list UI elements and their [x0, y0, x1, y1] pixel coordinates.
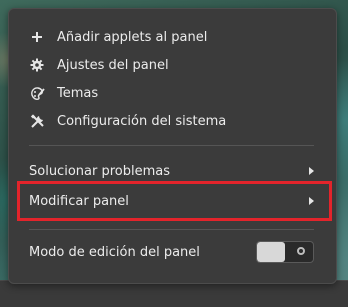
palette-brush-icon: [29, 85, 45, 101]
menu-item-panel-edit-mode[interactable]: Modo de edición del panel: [9, 238, 336, 266]
menu-item-label: Configuración del sistema: [57, 113, 227, 129]
menu-item-label: Ajustes del panel: [57, 57, 169, 73]
menu-item-themes[interactable]: Temas: [9, 79, 336, 107]
menu-item-label: Modo de edición del panel: [29, 244, 200, 260]
toggle-knob: [257, 242, 285, 262]
panel-context-menu: Añadir applets al panel Ajustes del pane…: [8, 8, 337, 284]
menu-item-system-settings[interactable]: Configuración del sistema: [9, 107, 336, 135]
edit-mode-toggle[interactable]: [256, 241, 314, 263]
chevron-right-icon: [309, 167, 314, 175]
plus-icon: [29, 29, 45, 45]
highlight-box: [17, 181, 332, 221]
menu-item-label: Temas: [57, 85, 99, 101]
menu-separator: [29, 229, 314, 230]
toggle-off-icon: [297, 247, 305, 255]
taskbar: [0, 280, 348, 307]
gear-icon: [29, 57, 45, 73]
menu-item-label: Añadir applets al panel: [57, 29, 208, 45]
menu-separator: [29, 145, 314, 146]
tools-icon: [29, 113, 45, 129]
menu-item-panel-settings[interactable]: Ajustes del panel: [9, 51, 336, 79]
menu-item-add-applets[interactable]: Añadir applets al panel: [9, 23, 336, 51]
menu-item-label: Solucionar problemas: [29, 163, 170, 179]
